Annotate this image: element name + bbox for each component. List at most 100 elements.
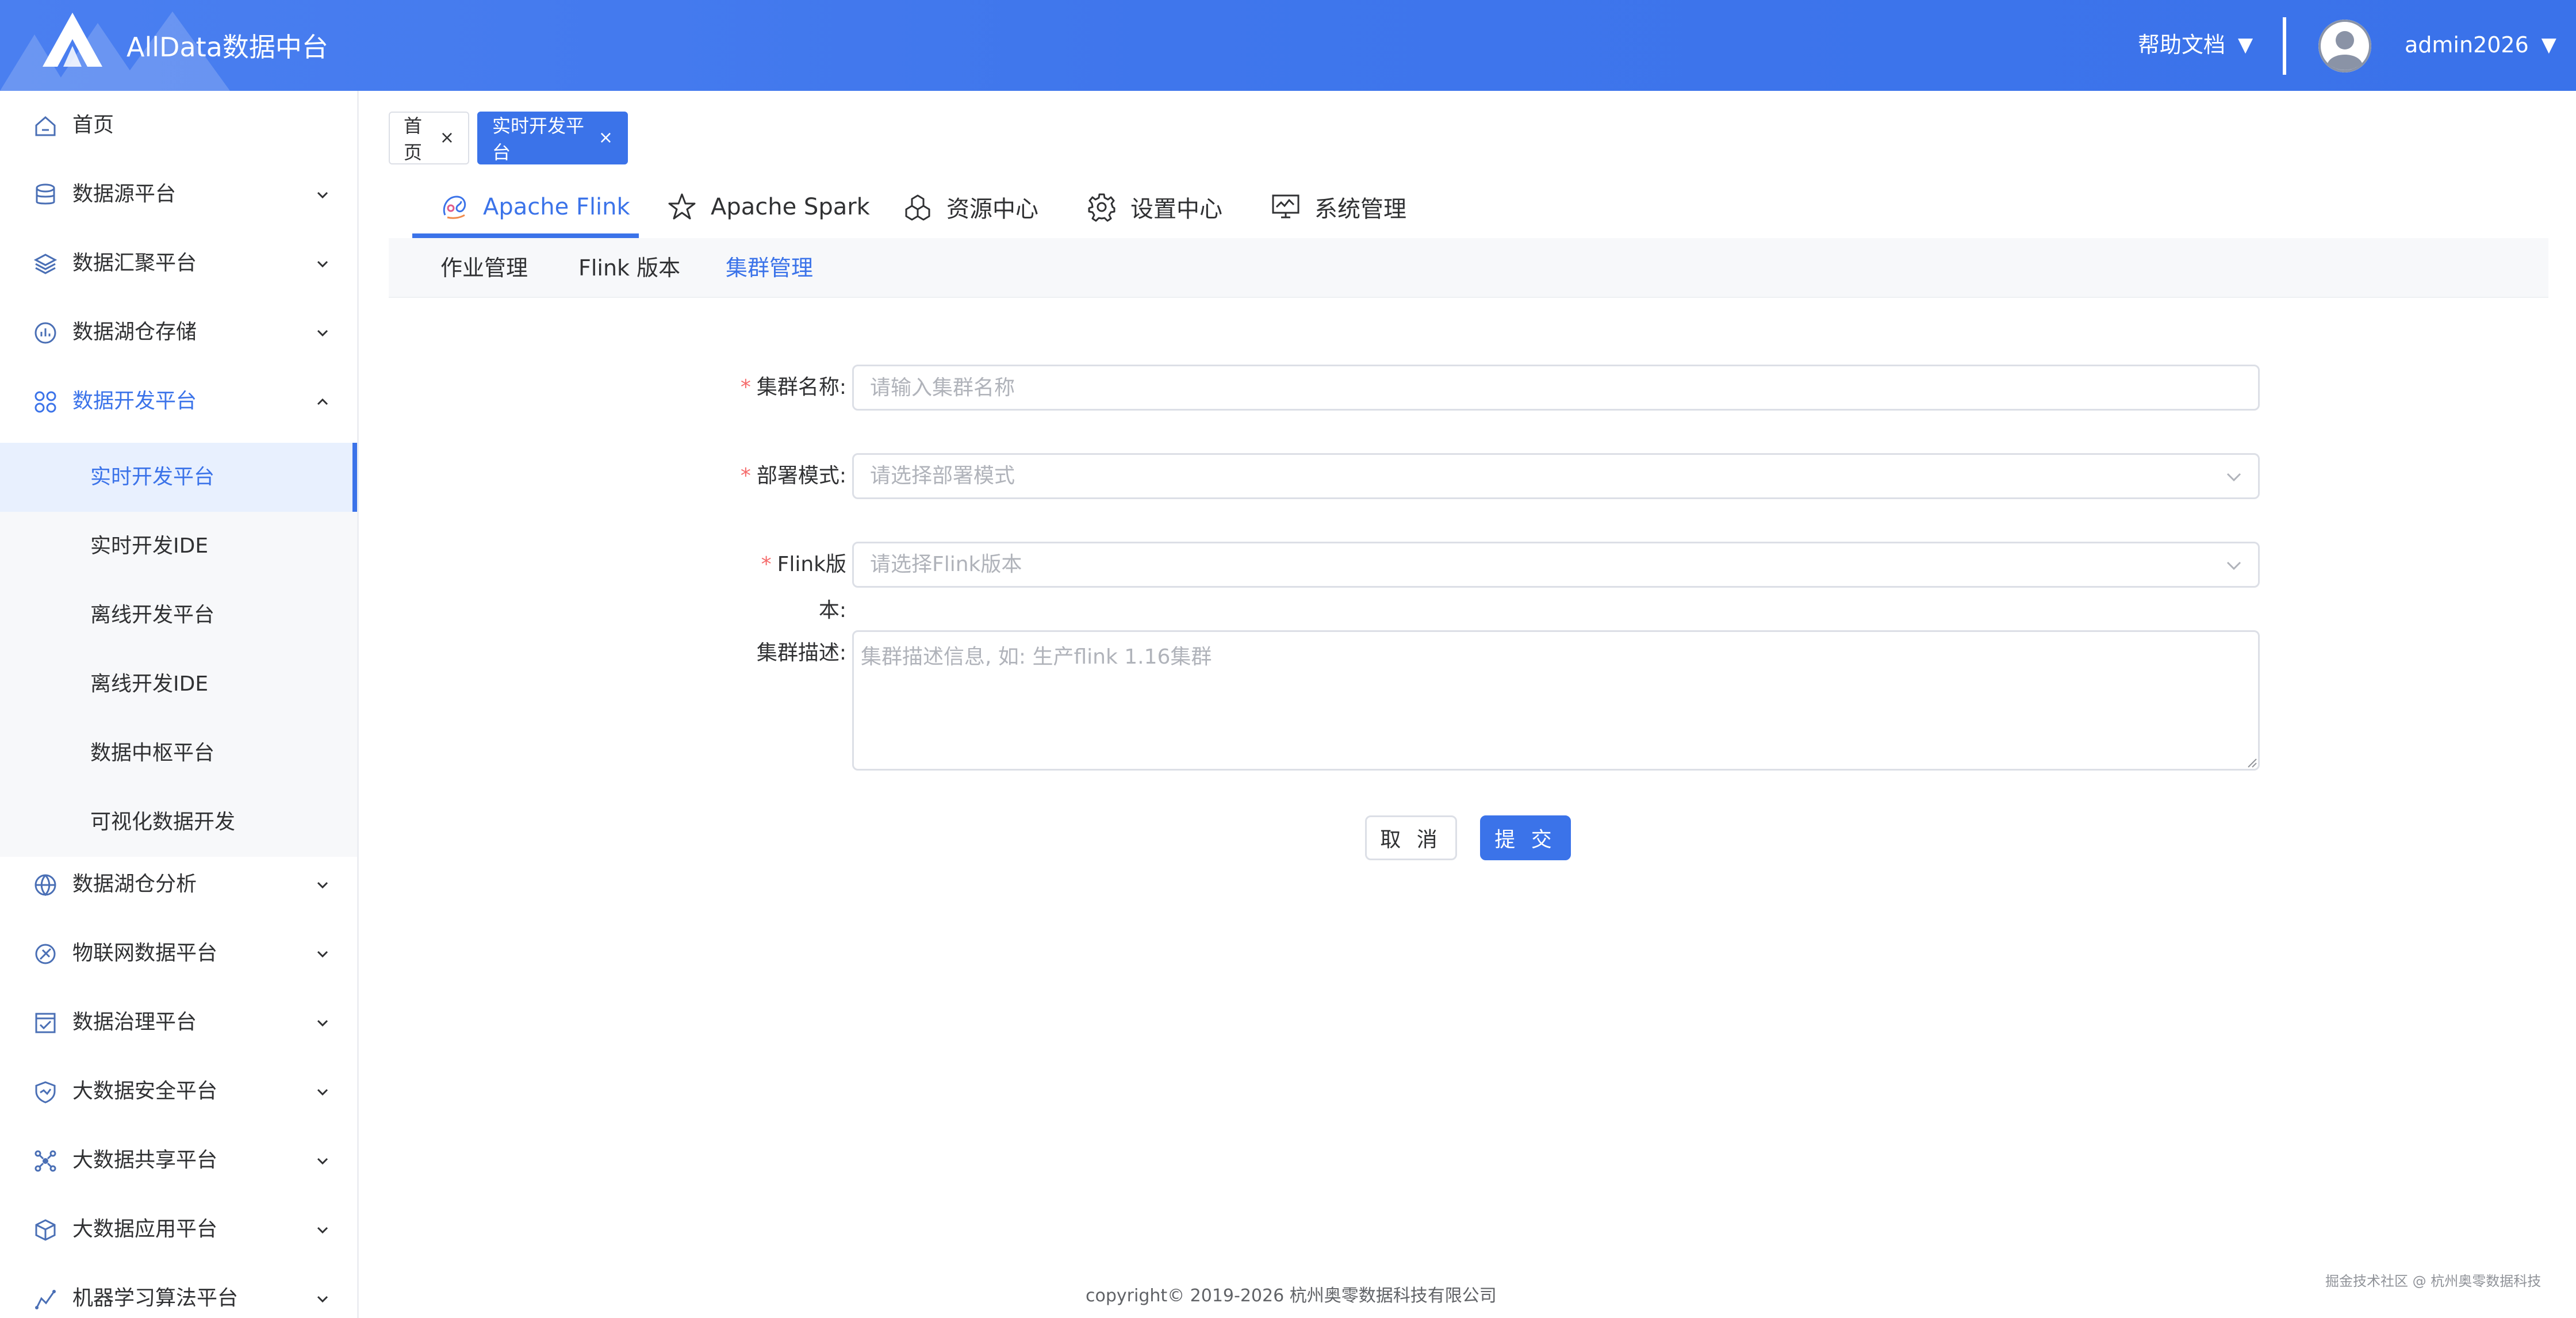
flink-version-label-text: Flink版本: (777, 553, 846, 622)
subnav-job-management[interactable]: 作业管理 (440, 238, 528, 298)
subnav-flink-version[interactable]: Flink 版本 (578, 238, 680, 298)
watermark-text: 掘金技术社区 @ 杭州奥零数据科技 (2325, 1273, 2542, 1289)
sidebar-subitem-label: 离线开发IDE (90, 672, 209, 696)
sidebar-subitem-label: 实时开发平台 (90, 465, 215, 489)
caret-down-icon: ▼ (2238, 33, 2253, 56)
description-textarea[interactable] (852, 630, 2260, 771)
deploy-mode-label-text: 部署模式: (756, 464, 846, 488)
sidebar-item-iot[interactable]: 物联网数据平台 (0, 919, 357, 988)
page-tab-label: 实时开发平台 (492, 115, 585, 163)
sidebar-item-datasource[interactable]: 数据源平台 (0, 160, 357, 229)
sidebar-item-label: 数据开发平台 (72, 389, 197, 413)
sidebar-subitem-realtime-ide[interactable]: 实时开发IDE (0, 512, 357, 581)
tab-settings-center[interactable]: 设置中心 (1087, 183, 1222, 231)
sidebar-item-label: 数据源平台 (72, 182, 177, 206)
close-icon[interactable]: × (599, 129, 613, 147)
sidebar-item-aggregation[interactable]: 数据汇聚平台 (0, 229, 357, 298)
sidebar-subitem-offline-dev[interactable]: 离线开发平台 (0, 581, 357, 650)
sidebar-item-label: 数据湖仓分析 (72, 872, 197, 896)
chevron-down-icon (317, 329, 328, 337)
avatar[interactable] (2318, 20, 2371, 72)
sidebar-subitem-visual-dev[interactable]: 可视化数据开发 (0, 788, 357, 857)
chevron-down-icon (317, 1158, 328, 1165)
tab-label: 设置中心 (1130, 196, 1222, 223)
required-mark: * (740, 376, 751, 399)
chevron-down-icon (317, 1089, 328, 1096)
user-menu[interactable]: admin2026 ▼ (2405, 29, 2556, 61)
chart-circle-icon (34, 322, 56, 344)
cluster-name-label: * 集群名称: (737, 365, 846, 411)
app-title[interactable]: AllData数据中台 (126, 30, 328, 64)
sidebar-item-lakehouse-analysis[interactable]: 数据湖仓分析 (0, 850, 357, 919)
chevron-down-icon (317, 1020, 328, 1027)
grid-apps-icon (34, 391, 56, 413)
shield-icon (35, 1081, 56, 1104)
flink-version-label: * Flink版本: (737, 542, 846, 634)
header-divider (2283, 17, 2286, 75)
submit-button[interactable]: 提 交 (1480, 815, 1571, 860)
checklist-icon (35, 1013, 56, 1033)
sidebar-item-label: 首页 (72, 113, 114, 137)
cancel-button[interactable]: 取 消 (1365, 815, 1457, 860)
close-icon[interactable]: × (440, 129, 454, 147)
submenu-data-dev: 实时开发平台 实时开发IDE 离线开发平台 离线开发IDE 数据中枢平台 可视化… (0, 443, 357, 857)
chevron-down-icon (317, 882, 328, 889)
description-label: 集群描述: (756, 641, 846, 665)
username: admin2026 (2405, 32, 2529, 58)
required-mark: * (740, 464, 751, 488)
resize-grip-icon[interactable] (2245, 756, 2257, 768)
sidebar-item-data-dev[interactable]: 数据开发平台 (0, 367, 357, 436)
sidebar-item-label: 物联网数据平台 (72, 941, 218, 965)
tab-apache-spark[interactable]: Apache Spark (667, 183, 870, 231)
caret-down-icon: ▼ (2541, 33, 2556, 56)
sidebar-item-label: 机器学习算法平台 (72, 1286, 239, 1310)
tab-label: Apache Flink (483, 194, 630, 220)
deploy-mode-select[interactable]: 请选择部署模式 (852, 453, 2260, 499)
sidebar-item-home[interactable]: 首页 (0, 91, 357, 160)
resource-icon (905, 194, 930, 221)
subnav-cluster-management[interactable]: 集群管理 (726, 238, 813, 298)
sidebar-item-label: 大数据共享平台 (72, 1148, 218, 1172)
page-tab-home[interactable]: 首页 × (389, 112, 469, 164)
page-tab-realtime-dev[interactable]: 实时开发平台 × (477, 112, 628, 164)
sidebar-subitem-label: 实时开发IDE (90, 534, 209, 558)
user-avatar-icon (2318, 20, 2371, 72)
active-tab-underline (412, 233, 639, 238)
help-docs-menu[interactable]: 帮助文档 ▼ (2138, 29, 2253, 61)
sidebar-subitem-data-hub[interactable]: 数据中枢平台 (0, 719, 357, 788)
deploy-mode-placeholder: 请选择部署模式 (870, 464, 1015, 488)
sidebar: 首页 数据源平台 数据汇聚平台 数据湖仓存储 数据开发平台 实时开发平台 实时开… (0, 91, 359, 1318)
spark-icon (668, 193, 696, 220)
alldata-logo (43, 13, 102, 67)
chevron-down-icon (317, 191, 328, 199)
cluster-name-input[interactable] (852, 365, 2260, 411)
tab-label: 系统管理 (1314, 196, 1406, 223)
sidebar-item-governance[interactable]: 数据治理平台 (0, 988, 357, 1057)
copyright-text: copyright© 2019-2026 杭州奥零数据科技有限公司 (1086, 1286, 1497, 1306)
sidebar-item-label: 数据湖仓存储 (72, 320, 197, 344)
flink-version-select[interactable]: 请选择Flink版本 (852, 542, 2260, 588)
share-network-icon (34, 1150, 56, 1172)
sidebar-subitem-realtime-dev[interactable]: 实时开发平台 (0, 443, 357, 512)
sidebar-subitem-offline-ide[interactable]: 离线开发IDE (0, 650, 357, 719)
page-tab-label: 首页 (404, 115, 423, 163)
chevron-down-icon (317, 1296, 328, 1303)
chevron-down-icon (317, 1227, 328, 1234)
sidebar-item-lakehouse-storage[interactable]: 数据湖仓存储 (0, 298, 357, 367)
sidebar-item-sharing[interactable]: 大数据共享平台 (0, 1126, 357, 1195)
sidebar-subitem-label: 可视化数据开发 (90, 810, 236, 834)
chevron-down-icon (317, 260, 328, 268)
tab-apache-flink[interactable]: Apache Flink (439, 183, 630, 231)
layers-icon (33, 254, 57, 274)
chevron-down-icon (317, 951, 328, 958)
sidebar-item-security[interactable]: 大数据安全平台 (0, 1057, 357, 1126)
sidebar-item-application[interactable]: 大数据应用平台 (0, 1195, 357, 1264)
tab-label: Apache Spark (711, 194, 870, 220)
help-docs-label: 帮助文档 (2138, 32, 2226, 58)
top-header: AllData数据中台 帮助文档 ▼ admin2026 ▼ (0, 0, 2576, 91)
tab-system-management[interactable]: 系统管理 (1271, 183, 1406, 231)
sidebar-item-label: 大数据安全平台 (72, 1079, 218, 1103)
globe-icon (34, 874, 56, 896)
sidebar-item-ml[interactable]: 机器学习算法平台 (0, 1264, 357, 1318)
tab-resource-center[interactable]: 资源中心 (903, 183, 1038, 231)
